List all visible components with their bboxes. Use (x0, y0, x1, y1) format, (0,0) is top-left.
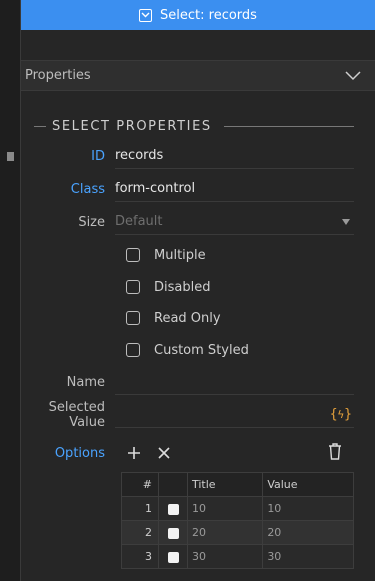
row-checkbox[interactable] (167, 503, 179, 515)
banner-label: Select: records (160, 7, 257, 23)
name-label: Name (66, 374, 105, 390)
properties-panel-header[interactable]: Properties (21, 60, 375, 91)
options-label[interactable]: Options (21, 446, 115, 461)
chevron-down-icon[interactable] (345, 70, 361, 81)
column-header-index: # (121, 472, 159, 497)
selected-value-label: Selected Value (48, 400, 105, 430)
left-gutter (0, 0, 20, 581)
readonly-label: Read Only (154, 310, 221, 326)
selection-banner[interactable]: Select: records (21, 0, 375, 30)
section-title: SELECT PROPERTIES (52, 118, 212, 134)
size-row: Size Default (21, 209, 354, 235)
trash-icon[interactable] (328, 443, 342, 464)
column-header-value: Value (262, 472, 354, 497)
row-index: 3 (121, 544, 159, 569)
readonly-checkbox-row[interactable]: Read Only (126, 308, 221, 328)
plus-icon[interactable] (123, 442, 145, 464)
multiple-checkbox-row[interactable]: Multiple (126, 245, 206, 265)
table-row[interactable]: 2 20 20 (121, 520, 354, 545)
row-title[interactable]: 20 (186, 520, 264, 545)
row-title[interactable]: 30 (186, 544, 264, 569)
options-toolbar: Options (21, 440, 354, 466)
gutter-marker (7, 152, 14, 161)
divider (34, 125, 46, 127)
selected-value-row: Selected Value {ϟ} (21, 400, 354, 430)
multiple-label: Multiple (154, 247, 206, 263)
disabled-label: Disabled (154, 279, 211, 295)
class-row: Class form-control (21, 176, 354, 202)
table-row[interactable]: 1 10 10 (121, 496, 354, 521)
column-header-title: Title (186, 472, 264, 497)
size-select[interactable]: Default (115, 210, 354, 235)
panel-title: Properties (25, 68, 91, 83)
caret-down-icon (342, 218, 350, 225)
size-selected-value: Default (115, 214, 163, 229)
id-row: ID records (21, 143, 354, 169)
row-value[interactable]: 10 (262, 496, 354, 521)
row-index: 1 (121, 496, 159, 521)
row-index: 2 (121, 520, 159, 545)
id-field[interactable]: records (115, 144, 354, 169)
select-box-icon (139, 8, 153, 22)
multiple-checkbox[interactable] (126, 248, 140, 262)
column-header-checkbox (158, 472, 188, 497)
section-heading: SELECT PROPERTIES (34, 116, 354, 136)
disabled-checkbox[interactable] (126, 280, 140, 294)
table-row[interactable]: 3 30 30 (121, 544, 354, 569)
disabled-checkbox-row[interactable]: Disabled (126, 277, 210, 297)
row-checkbox[interactable] (167, 527, 179, 539)
class-label[interactable]: Class (21, 182, 115, 197)
custom-styled-label: Custom Styled (154, 342, 249, 358)
divider (223, 125, 354, 127)
readonly-checkbox[interactable] (126, 311, 140, 325)
name-field[interactable] (115, 370, 354, 395)
class-field[interactable]: form-control (115, 177, 354, 202)
row-title[interactable]: 10 (186, 496, 264, 521)
custom-styled-checkbox-row[interactable]: Custom Styled (126, 340, 249, 360)
close-icon[interactable] (153, 442, 175, 464)
id-label[interactable]: ID (21, 149, 115, 164)
options-table: # Title Value 1 10 10 2 20 20 3 30 30 (121, 472, 354, 569)
custom-styled-checkbox[interactable] (126, 343, 140, 357)
name-row: Name (21, 369, 354, 395)
table-header-row: # Title Value (121, 472, 354, 497)
selected-value-field[interactable]: {ϟ} (115, 403, 354, 428)
size-label: Size (78, 214, 105, 230)
dynamic-data-icon[interactable]: {ϟ} (330, 407, 352, 422)
row-value[interactable]: 20 (262, 520, 354, 545)
row-checkbox[interactable] (167, 551, 179, 563)
row-value[interactable]: 30 (262, 544, 354, 569)
